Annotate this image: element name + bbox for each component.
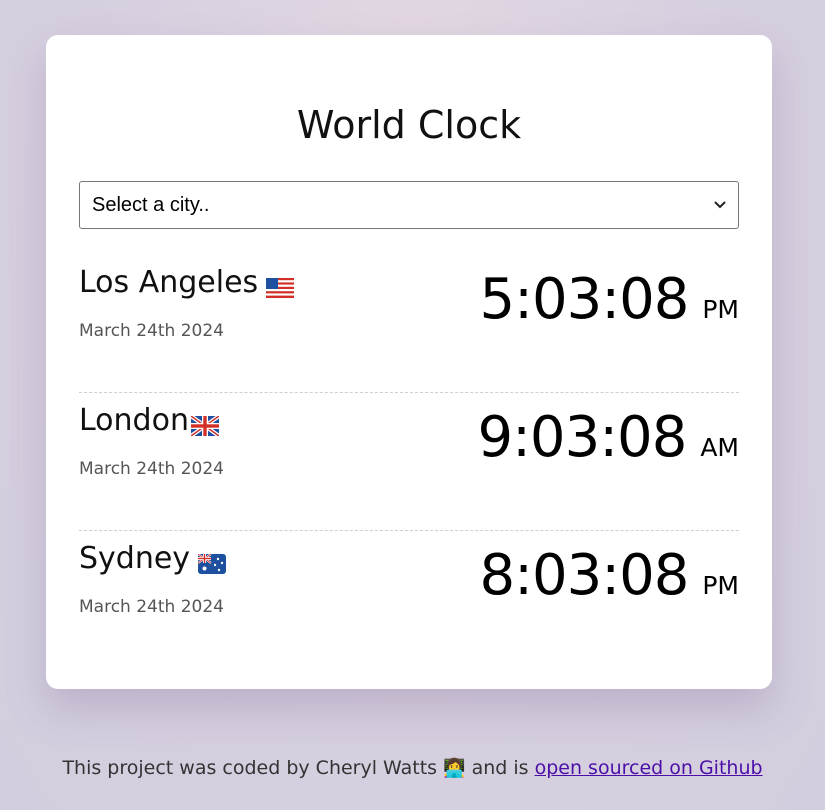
footer-text-middle: and is	[471, 757, 529, 779]
city-list: Los Angeles March 24th 2024 5:03:08 PM L…	[79, 255, 739, 669]
time-ampm: PM	[702, 571, 739, 600]
city-select-wrapper[interactable]: Select a city..	[79, 181, 739, 229]
footer: This project was coded by Cheryl Watts 👩…	[0, 757, 825, 779]
city-select-value: Select a city..	[92, 193, 210, 216]
city-row-los-angeles: Los Angeles March 24th 2024 5:03:08 PM	[79, 255, 739, 393]
time-ampm: AM	[700, 433, 739, 462]
time-value: 5:03:08	[479, 267, 689, 332]
city-name-row: London	[79, 403, 221, 438]
city-row-sydney: Sydney March 24th 2024 8:03:08 PM	[79, 531, 739, 669]
city-name-row: Sydney	[79, 541, 227, 576]
time-value: 8:03:08	[479, 543, 689, 608]
time-value: 9:03:08	[477, 405, 687, 470]
footer-text-before: This project was coded by Cheryl Watts	[62, 757, 438, 779]
city-row-london: London March 24th 2024 9:03:08 AM	[79, 393, 739, 531]
city-select[interactable]: Select a city..	[79, 181, 739, 229]
city-name-row: Los Angeles	[79, 265, 295, 300]
city-time: 9:03:08 AM	[477, 405, 739, 470]
city-date: March 24th 2024	[79, 321, 224, 341]
city-name: London	[79, 403, 189, 438]
city-date: March 24th 2024	[79, 459, 224, 479]
city-time: 5:03:08 PM	[479, 267, 739, 332]
world-clock-card: World Clock Select a city.. Los Angeles	[46, 35, 772, 689]
time-ampm: PM	[702, 295, 739, 324]
developer-emoji-icon: 👩‍💻	[443, 758, 466, 779]
australia-flag-icon	[197, 547, 227, 574]
city-date: March 24th 2024	[79, 597, 224, 617]
city-time: 8:03:08 PM	[479, 543, 739, 608]
page-title: World Clock	[296, 103, 522, 147]
github-link[interactable]: open sourced on Github	[535, 757, 763, 779]
city-name: Los Angeles	[79, 265, 259, 300]
us-flag-icon	[266, 271, 295, 298]
chevron-down-icon	[714, 198, 726, 212]
uk-flag-icon	[189, 409, 221, 438]
city-name: Sydney	[79, 541, 191, 576]
